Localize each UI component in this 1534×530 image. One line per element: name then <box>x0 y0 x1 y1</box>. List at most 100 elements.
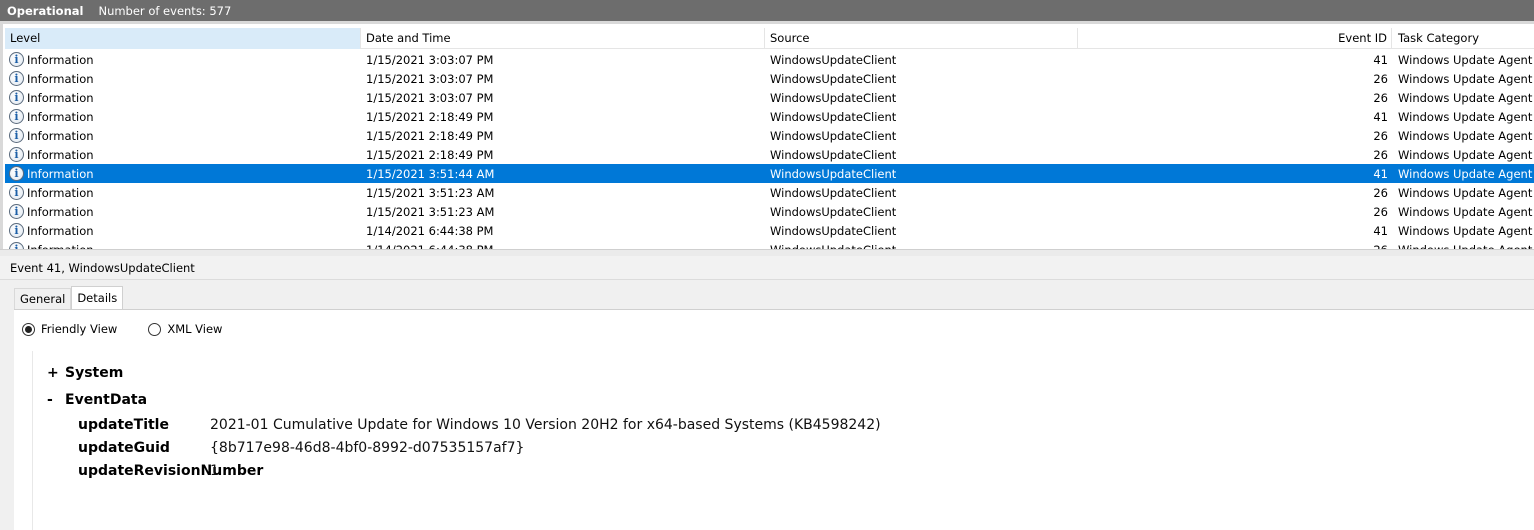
level-text: Information <box>27 204 94 219</box>
level-text: Information <box>27 90 94 105</box>
field-update-guid: updateGuid {8b717e98-46d8-4bf0-8992-d075… <box>78 440 524 456</box>
information-icon: i <box>9 223 24 238</box>
level-text: Information <box>27 52 94 67</box>
cell-date-time: 1/15/2021 3:51:23 AM <box>366 204 495 219</box>
eventdata-collapse-toggle[interactable]: - <box>47 392 65 408</box>
cell-source: WindowsUpdateClient <box>770 166 897 181</box>
cell-source: WindowsUpdateClient <box>770 185 897 200</box>
cell-task-category: Windows Update Agent <box>1398 128 1533 143</box>
cell-task-category: Windows Update Agent <box>1398 71 1533 86</box>
event-row[interactable]: i Information 1/15/2021 3:03:07 PM WindowsU… <box>5 69 1534 88</box>
field-update-title: updateTitle 2021-01 Cumulative Update fo… <box>78 417 881 433</box>
level-text: Information <box>27 185 94 200</box>
information-icon: i <box>9 52 24 67</box>
field-value: 1 <box>210 463 219 479</box>
xml-view-radio[interactable] <box>148 322 162 336</box>
event-detail-pane: General Details Friendly View XML View +… <box>0 280 1534 530</box>
system-expand-toggle[interactable]: + <box>47 365 65 381</box>
cell-source: WindowsUpdateClient <box>770 71 897 86</box>
view-selector: Friendly View XML View <box>22 322 253 336</box>
cell-task-category: Windows Update Agent <box>1398 90 1533 105</box>
xml-view-label[interactable]: XML View <box>167 322 222 336</box>
system-node[interactable]: + System <box>47 365 123 381</box>
log-name: Operational <box>7 3 84 18</box>
cell-date-time: 1/15/2021 2:18:49 PM <box>366 147 494 162</box>
field-name: updateGuid <box>78 440 170 456</box>
event-row[interactable]: i Information 1/15/2021 3:51:23 AM WindowsU… <box>5 202 1534 221</box>
cell-source: WindowsUpdateClient <box>770 204 897 219</box>
level-text: Information <box>27 147 94 162</box>
event-count: Number of events: 577 <box>98 3 232 18</box>
event-row[interactable]: i Information 1/14/2021 6:44:38 PM WindowsU… <box>5 221 1534 240</box>
cell-event-id: 41 <box>1373 166 1388 181</box>
friendly-view-radio[interactable] <box>22 322 35 336</box>
tab-general[interactable]: General <box>14 288 72 310</box>
cell-event-id: 26 <box>1373 128 1388 143</box>
cell-event-id: 41 <box>1373 109 1388 124</box>
tab-details[interactable]: Details <box>71 286 124 310</box>
event-row[interactable]: i Information 1/15/2021 3:51:44 AM WindowsU… <box>5 164 1534 183</box>
cell-level: i Information <box>5 223 361 238</box>
event-row[interactable]: i Information 1/15/2021 2:18:49 PM WindowsU… <box>5 126 1534 145</box>
cell-date-time: 1/15/2021 2:18:49 PM <box>366 109 494 124</box>
cell-date-time: 1/15/2021 3:03:07 PM <box>366 71 494 86</box>
cell-source: WindowsUpdateClient <box>770 109 897 124</box>
cell-date-time: 1/15/2021 2:18:49 PM <box>366 128 494 143</box>
information-icon: i <box>9 90 24 105</box>
cell-date-time: 1/15/2021 3:51:23 AM <box>366 185 495 200</box>
friendly-view-content: + System - EventData updateTitle 2021-01… <box>32 351 1534 530</box>
field-name: updateTitle <box>78 417 169 433</box>
cell-level: i Information <box>5 52 361 67</box>
information-icon: i <box>9 166 24 181</box>
cell-event-id: 41 <box>1373 52 1388 67</box>
cell-task-category: Windows Update Agent <box>1398 52 1533 67</box>
information-icon: i <box>9 147 24 162</box>
cell-task-category: Windows Update Agent <box>1398 109 1533 124</box>
cell-source: WindowsUpdateClient <box>770 223 897 238</box>
system-node-label: System <box>65 365 124 381</box>
column-header-row: Level Date and Time Source Event ID Task… <box>5 28 1534 49</box>
column-header-event-id[interactable]: Event ID <box>1078 28 1392 49</box>
column-header-level[interactable]: Level <box>5 28 361 49</box>
cell-level: i Information <box>5 71 361 86</box>
cell-event-id: 41 <box>1373 223 1388 238</box>
field-update-revision-number: updateRevisionNumber 1 <box>78 463 263 479</box>
cell-date-time: 1/14/2021 6:44:38 PM <box>366 223 494 238</box>
cell-level: i Information <box>5 90 361 105</box>
event-row[interactable]: i Information 1/15/2021 3:03:07 PM WindowsU… <box>5 88 1534 107</box>
event-row[interactable]: i Information 1/15/2021 3:51:23 AM WindowsU… <box>5 183 1534 202</box>
event-rows: i Information 1/15/2021 3:03:07 PM WindowsU… <box>5 50 1534 250</box>
eventdata-node-label: EventData <box>65 392 148 408</box>
cell-task-category: Windows Update Agent <box>1398 147 1533 162</box>
cell-task-category: Windows Update Agent <box>1398 166 1533 181</box>
cell-level: i Information <box>5 166 361 181</box>
field-value: 2021-01 Cumulative Update for Windows 10… <box>210 417 881 433</box>
cell-source: WindowsUpdateClient <box>770 147 897 162</box>
cell-source: WindowsUpdateClient <box>770 52 897 67</box>
event-list[interactable]: Level Date and Time Source Event ID Task… <box>0 21 1534 252</box>
level-text: Information <box>27 128 94 143</box>
cell-source: WindowsUpdateClient <box>770 90 897 105</box>
cell-task-category: Windows Update Agent <box>1398 204 1533 219</box>
information-icon: i <box>9 204 24 219</box>
column-header-date-time[interactable]: Date and Time <box>361 28 765 49</box>
information-icon: i <box>9 185 24 200</box>
cell-task-category: Windows Update Agent <box>1398 223 1533 238</box>
cell-date-time: 1/15/2021 3:03:07 PM <box>366 90 494 105</box>
column-header-task-category[interactable]: Task Category <box>1392 28 1534 49</box>
event-row[interactable]: i Information 1/15/2021 2:18:49 PM WindowsU… <box>5 107 1534 126</box>
cell-level: i Information <box>5 204 361 219</box>
cell-event-id: 26 <box>1373 204 1388 219</box>
friendly-view-label[interactable]: Friendly View <box>41 322 117 336</box>
event-row[interactable]: i Information 1/15/2021 2:18:49 PM WindowsU… <box>5 145 1534 164</box>
cell-date-time: 1/15/2021 3:03:07 PM <box>366 52 494 67</box>
column-header-source[interactable]: Source <box>765 28 1078 49</box>
information-icon: i <box>9 71 24 86</box>
cell-date-time: 1/15/2021 3:51:44 AM <box>366 166 495 181</box>
pane-splitter[interactable] <box>0 249 1534 256</box>
event-row[interactable]: i Information 1/15/2021 3:03:07 PM WindowsU… <box>5 50 1534 69</box>
cell-task-category: Windows Update Agent <box>1398 185 1533 200</box>
level-text: Information <box>27 223 94 238</box>
cell-level: i Information <box>5 185 361 200</box>
eventdata-node[interactable]: - EventData <box>47 392 147 408</box>
